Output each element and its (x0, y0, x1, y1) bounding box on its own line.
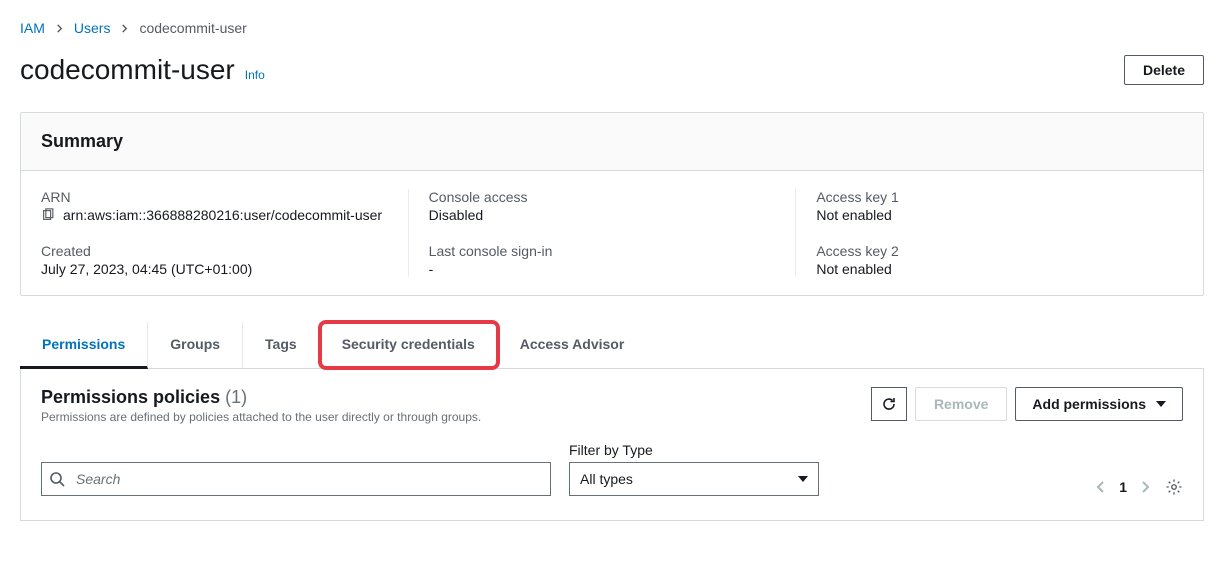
chevron-right-icon (120, 24, 129, 33)
page-prev[interactable] (1095, 480, 1105, 494)
access-key-2-label: Access key 2 (816, 243, 1163, 259)
add-permissions-label: Add permissions (1032, 396, 1146, 412)
breadcrumb-users[interactable]: Users (74, 20, 111, 36)
tab-access-advisor[interactable]: Access Advisor (498, 322, 647, 368)
refresh-icon (881, 396, 897, 412)
summary-col-2: Console access Disabled Last console sig… (408, 189, 796, 277)
summary-col-1: ARN arn:aws:iam::366888280216:user/codec… (41, 189, 408, 277)
breadcrumb-iam[interactable]: IAM (20, 20, 45, 36)
breadcrumb-current: codecommit-user (139, 20, 246, 36)
settings-button[interactable] (1165, 478, 1183, 496)
permissions-title: Permissions policies (1) (41, 387, 247, 407)
chevron-left-icon (1095, 480, 1105, 494)
permissions-panel: Permissions policies (1) Permissions are… (20, 369, 1204, 521)
summary-col-3: Access key 1 Not enabled Access key 2 No… (795, 189, 1183, 277)
add-permissions-button[interactable]: Add permissions (1015, 387, 1183, 421)
console-access-value: Disabled (429, 207, 776, 223)
tab-tags[interactable]: Tags (243, 322, 320, 368)
last-signin-label: Last console sign-in (429, 243, 776, 259)
tabs: Permissions Groups Tags Security credent… (20, 322, 1204, 369)
refresh-button[interactable] (871, 387, 907, 421)
console-access-label: Console access (429, 189, 776, 205)
tab-groups[interactable]: Groups (148, 322, 243, 368)
summary-title: Summary (41, 131, 1183, 152)
permissions-description: Permissions are defined by policies atta… (41, 410, 481, 424)
permissions-count: (1) (225, 387, 247, 407)
chevron-right-icon (55, 24, 64, 33)
permissions-actions: Remove Add permissions (871, 387, 1183, 421)
gear-icon (1165, 478, 1183, 496)
page-number: 1 (1119, 479, 1127, 495)
permissions-title-text: Permissions policies (41, 387, 220, 407)
page-title-row: codecommit-user Info Delete (20, 54, 1204, 86)
tab-permissions[interactable]: Permissions (20, 322, 148, 369)
permissions-title-block: Permissions policies (1) Permissions are… (41, 387, 481, 424)
tab-security-credentials[interactable]: Security credentials (320, 322, 498, 368)
info-link[interactable]: Info (245, 68, 265, 82)
summary-header: Summary (21, 113, 1203, 171)
last-signin-value: - (429, 261, 776, 277)
access-key-1-label: Access key 1 (816, 189, 1163, 205)
access-key-2-value: Not enabled (816, 261, 1163, 277)
delete-button[interactable]: Delete (1124, 55, 1204, 85)
chevron-right-icon (1141, 480, 1151, 494)
arn-label: ARN (41, 189, 388, 205)
search-wrap (41, 462, 551, 496)
filter-label: Filter by Type (569, 442, 819, 458)
page-next[interactable] (1141, 480, 1151, 494)
copy-icon[interactable] (41, 208, 55, 222)
breadcrumb: IAM Users codecommit-user (20, 20, 1204, 36)
search-icon (49, 471, 65, 487)
search-input[interactable] (41, 462, 551, 496)
caret-down-icon (1156, 401, 1166, 407)
page-title-text: codecommit-user (20, 54, 235, 86)
arn-value: arn:aws:iam::366888280216:user/codecommi… (63, 207, 382, 223)
created-value: July 27, 2023, 04:45 (UTC+01:00) (41, 261, 388, 277)
filter-selected-value: All types (580, 471, 633, 487)
page-title: codecommit-user Info (20, 54, 265, 86)
filter-type-select[interactable]: All types (569, 462, 819, 496)
remove-button[interactable]: Remove (915, 387, 1007, 421)
pagination: 1 (1095, 478, 1183, 496)
filter-by-type: Filter by Type All types (569, 442, 819, 496)
caret-down-icon (798, 476, 808, 482)
summary-body: ARN arn:aws:iam::366888280216:user/codec… (21, 171, 1203, 295)
filter-row: Filter by Type All types 1 (41, 442, 1183, 496)
access-key-1-value: Not enabled (816, 207, 1163, 223)
created-label: Created (41, 243, 388, 259)
summary-panel: Summary ARN arn:aws:iam::366888280216:us… (20, 112, 1204, 296)
